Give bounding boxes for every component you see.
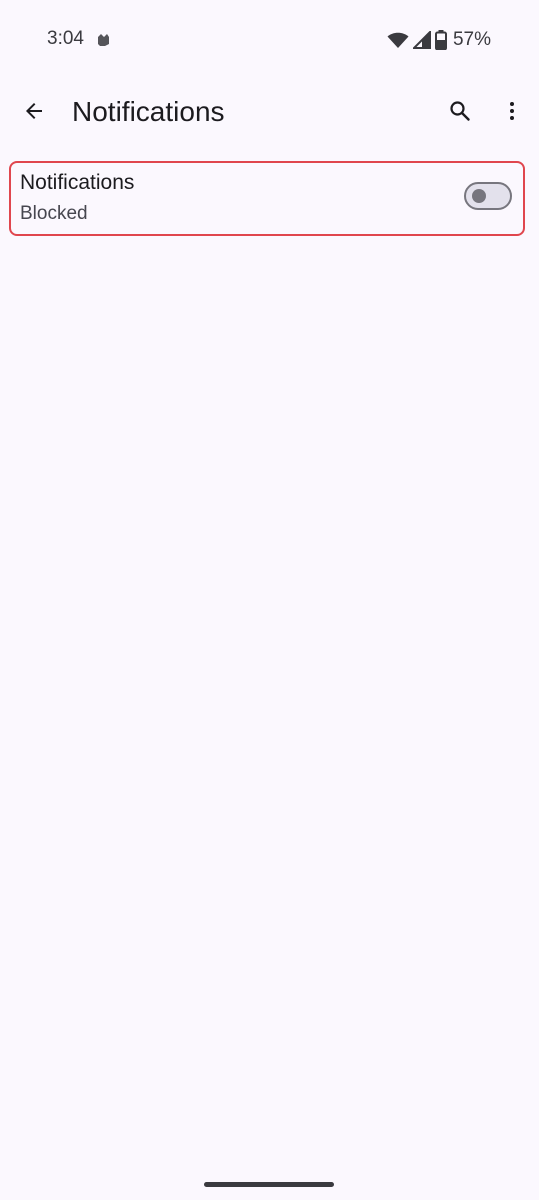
arrow-back-icon	[26, 103, 42, 119]
status-bar: 3:04 57%	[0, 0, 539, 80]
battery-icon	[434, 30, 447, 50]
notifications-setting-row[interactable]: Notifications Blocked	[9, 161, 525, 236]
cell-signal-icon	[412, 31, 431, 49]
search-button[interactable]	[440, 91, 480, 131]
more-options-button[interactable]	[492, 91, 532, 131]
page-title: Notifications	[72, 96, 225, 127]
back-button[interactable]	[14, 91, 54, 131]
more-vert-icon	[510, 102, 514, 120]
gesture-nav-handle[interactable]	[204, 1182, 334, 1187]
wifi-icon	[387, 32, 409, 48]
battery-percent: 57%	[452, 29, 491, 50]
notifications-toggle[interactable]	[464, 182, 512, 210]
toggle-thumb	[472, 189, 486, 203]
screen: 3:04 57% Notifications Notifications Blo…	[0, 0, 539, 1200]
app-bar: Notifications	[0, 80, 539, 146]
search-icon	[450, 101, 470, 121]
status-icons: 57%	[387, 28, 491, 52]
setting-title: Notifications	[20, 171, 135, 194]
status-time: 3:04	[47, 28, 84, 49]
setting-summary: Blocked	[20, 203, 88, 224]
app-notification-icon	[98, 34, 109, 46]
